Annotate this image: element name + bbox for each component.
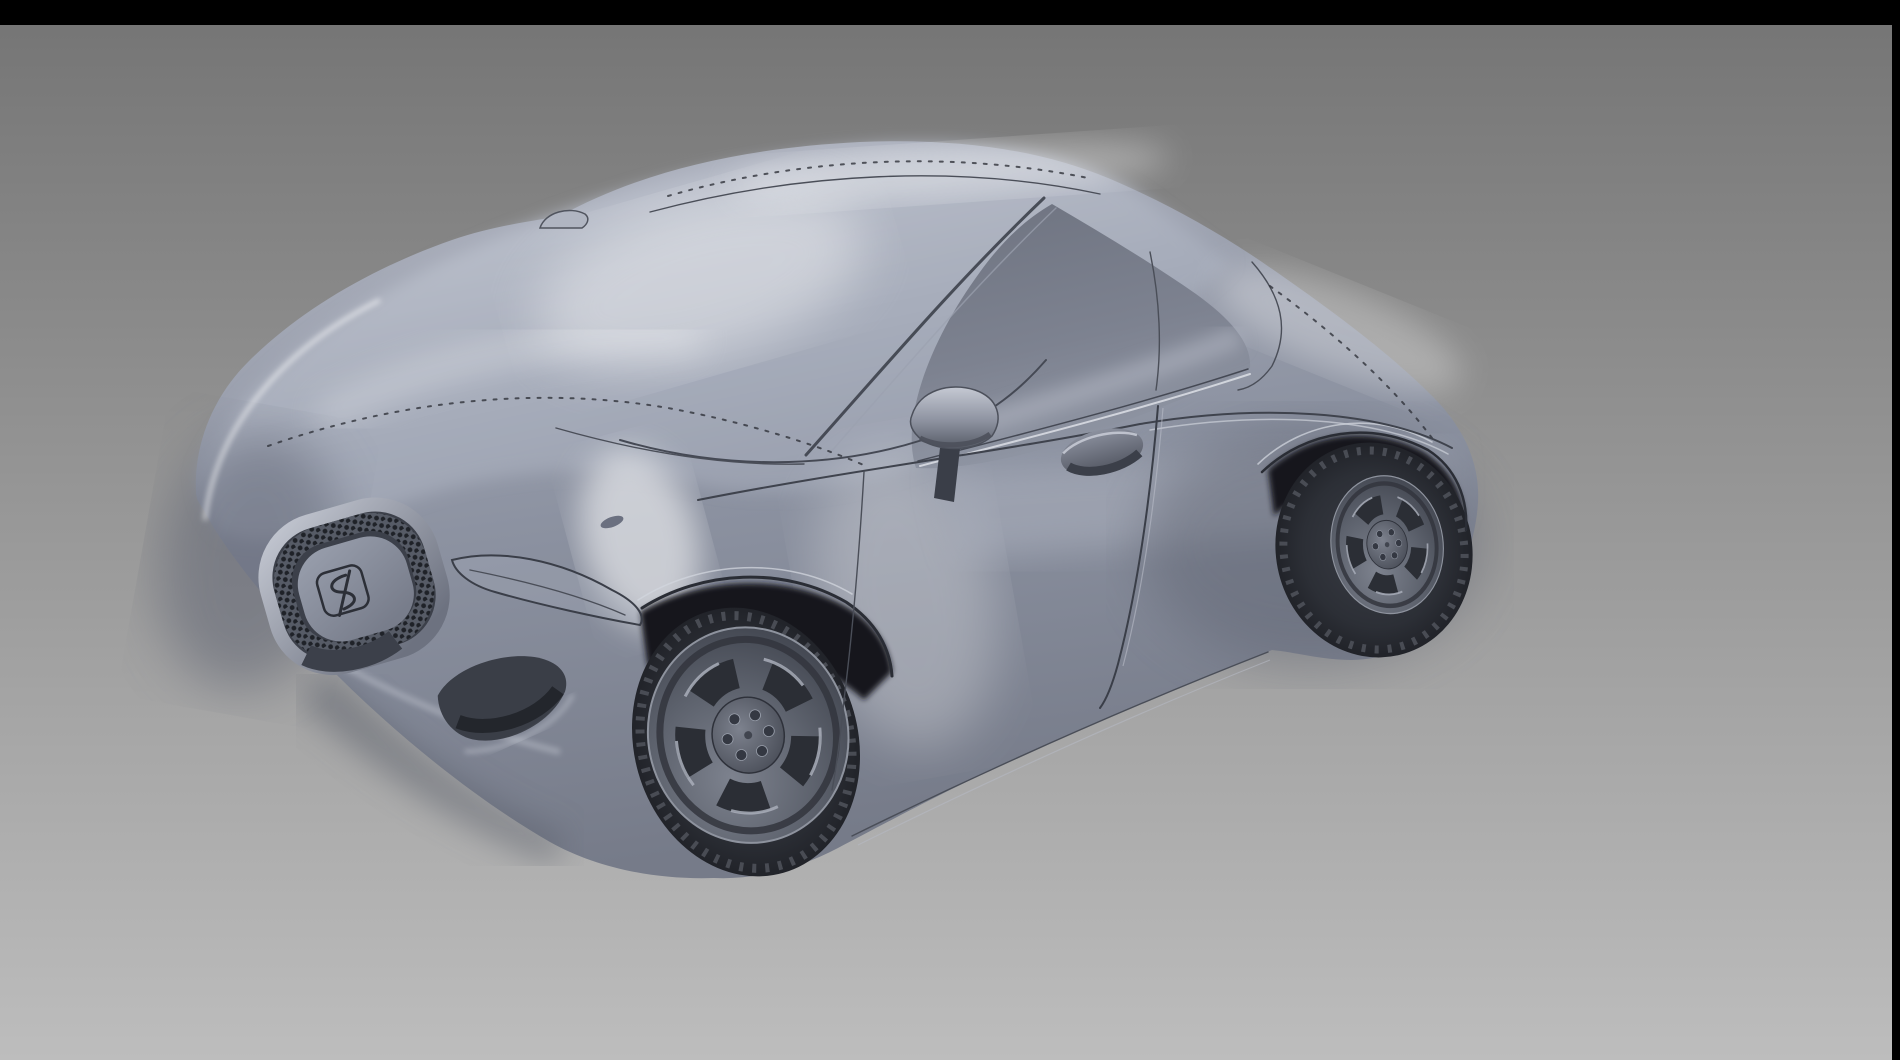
- letterbox-top-bar: [0, 0, 1900, 25]
- application-window: [0, 0, 1900, 1060]
- letterbox-right-bar: [1892, 0, 1900, 1060]
